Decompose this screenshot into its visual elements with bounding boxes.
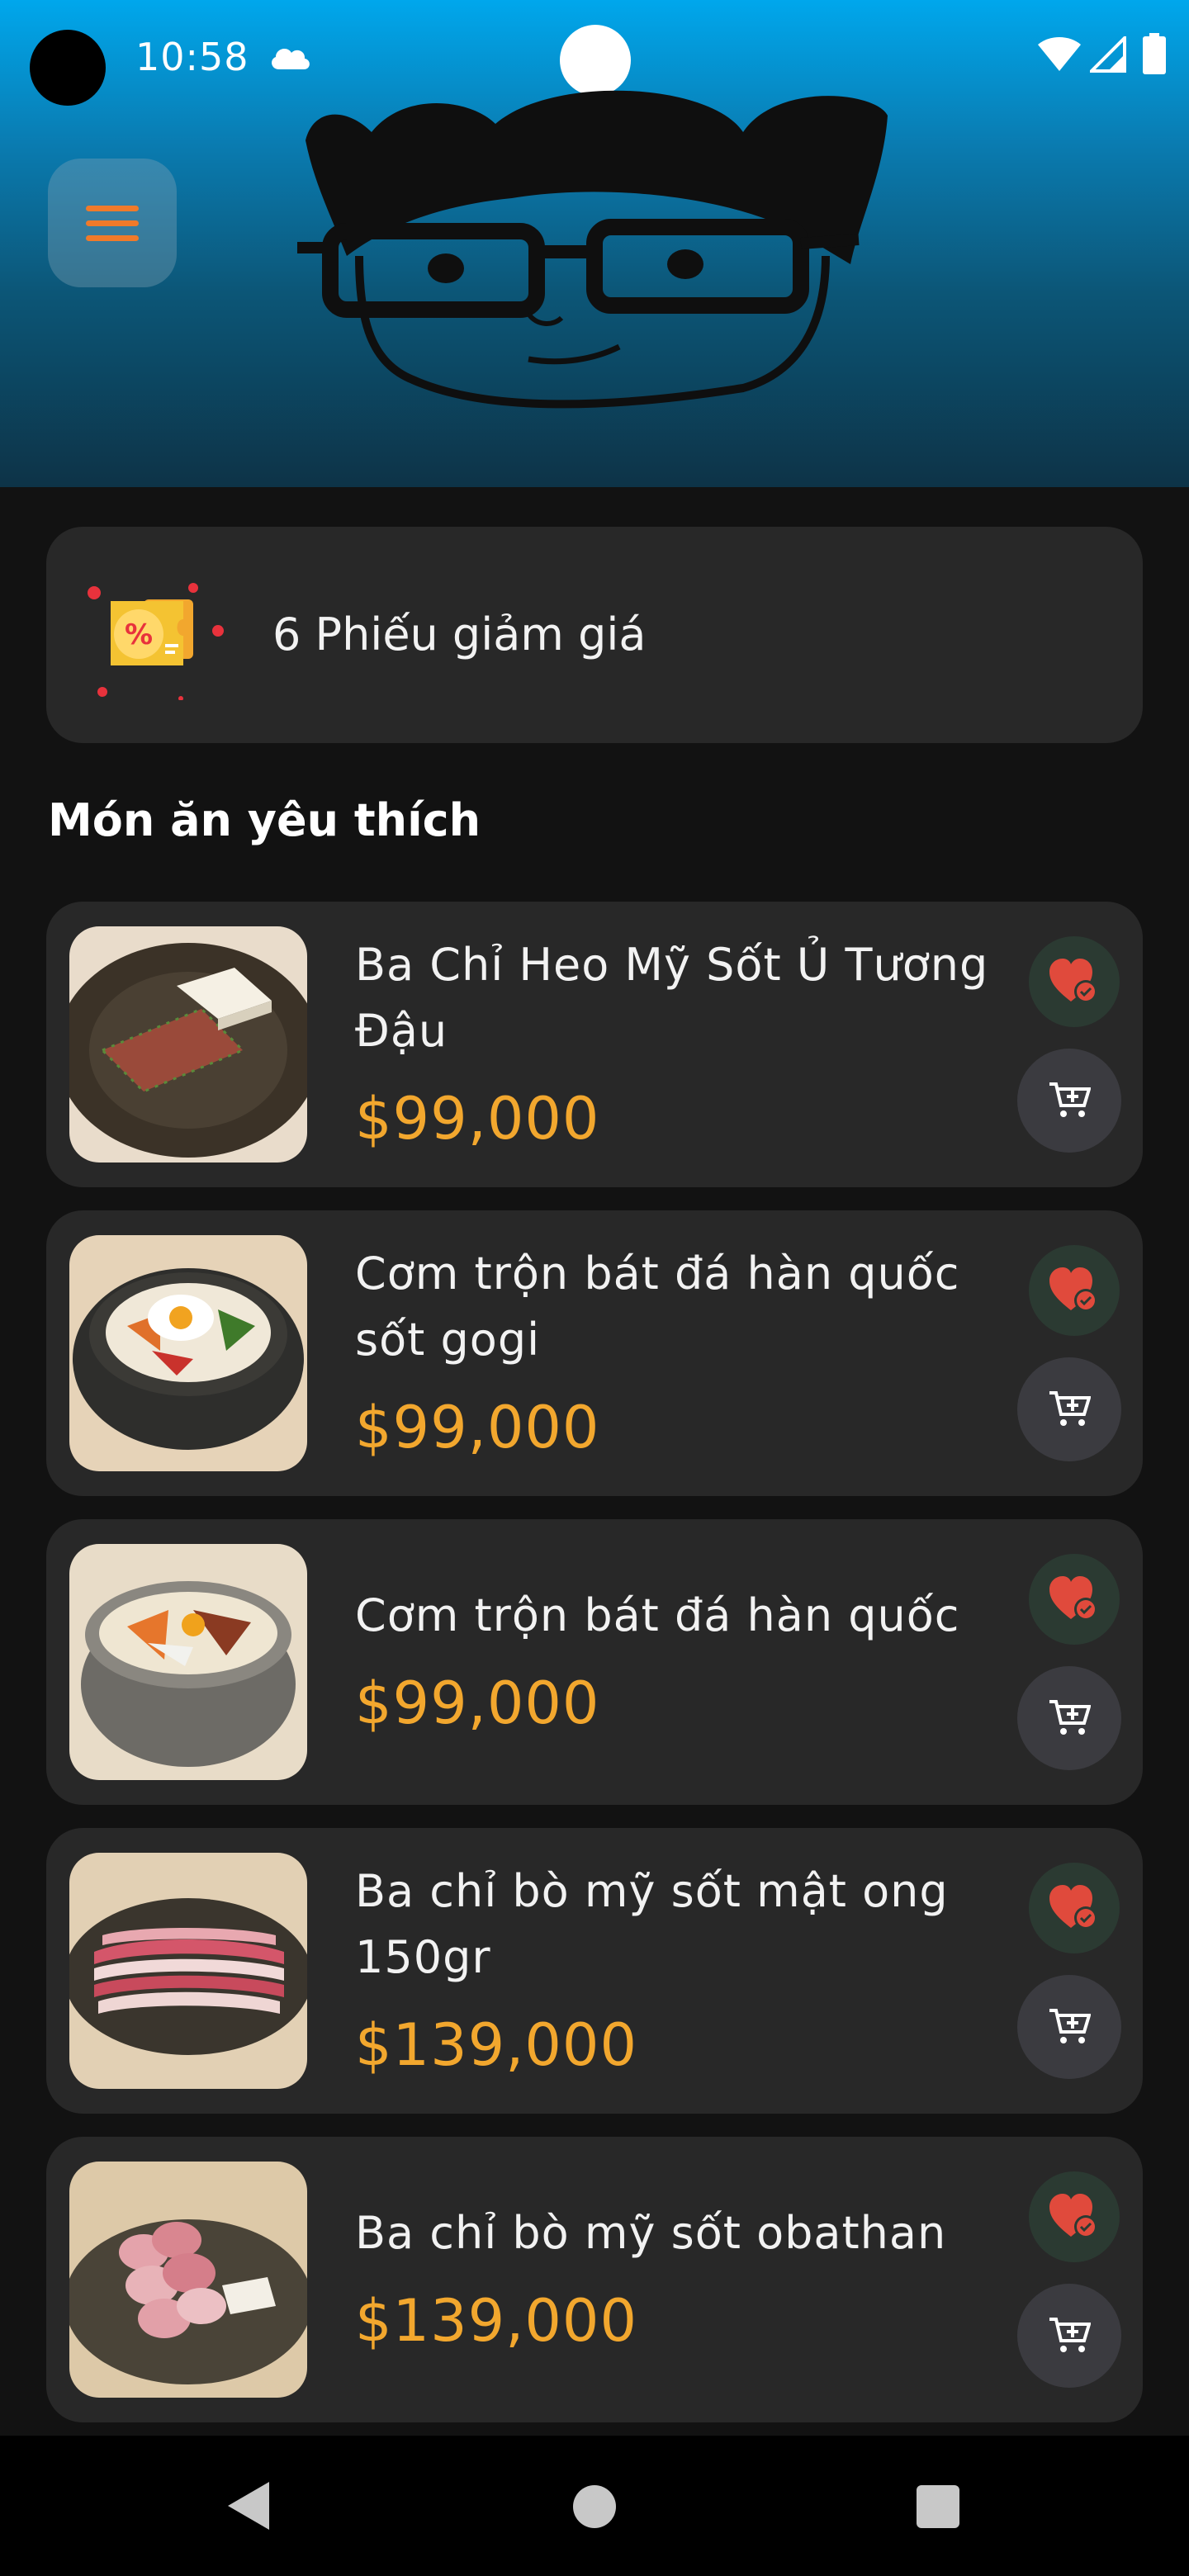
- food-price: $99,000: [355, 1394, 600, 1461]
- hamburger-menu-icon: [86, 197, 139, 250]
- food-item[interactable]: Cơm trộn bát đá hàn quốc $99,000: [46, 1519, 1143, 1805]
- heart-check-icon: [1049, 2194, 1097, 2238]
- food-name: Ba chỉ bò mỹ sốt obathan: [355, 2207, 947, 2259]
- signal-icon: [1090, 36, 1126, 73]
- food-item[interactable]: Ba Chỉ Heo Mỹ Sốt Ủ Tương Đậu $99,000: [46, 902, 1143, 1187]
- add-to-cart-icon: [1049, 1082, 1091, 1117]
- food-info: Cơm trộn bát đá hàn quốc sốt gogi $99,00…: [355, 1210, 1040, 1496]
- camera-cutout: [30, 30, 106, 106]
- favorite-button[interactable]: [1029, 936, 1120, 1027]
- add-to-cart-icon: [1049, 1391, 1091, 1426]
- food-price: $99,000: [355, 1085, 600, 1153]
- cloud-icon: [272, 48, 310, 69]
- food-info: Ba chỉ bò mỹ sốt mật ong 150gr $139,000: [355, 1828, 1040, 2114]
- section-title-favorites: Món ăn yêu thích: [48, 794, 481, 846]
- favorite-button[interactable]: [1029, 1863, 1120, 1953]
- profile-header: 10:58: [0, 0, 1189, 487]
- food-image: [69, 1544, 307, 1780]
- food-image: [69, 1853, 307, 2089]
- food-item[interactable]: Cơm trộn bát đá hàn quốc sốt gogi $99,00…: [46, 1210, 1143, 1496]
- add-to-cart-button[interactable]: [1017, 2284, 1121, 2388]
- add-to-cart-button[interactable]: [1017, 1049, 1121, 1153]
- wifi-icon: [1038, 37, 1081, 71]
- menu-button[interactable]: [48, 159, 177, 287]
- food-item[interactable]: Ba chỉ bò mỹ sốt obathan $139,000: [46, 2137, 1143, 2422]
- food-name: Ba Chỉ Heo Mỹ Sốt Ủ Tương Đậu: [355, 939, 989, 1057]
- favorite-button[interactable]: [1029, 2171, 1120, 2262]
- recent-apps-icon[interactable]: [917, 2485, 959, 2528]
- heart-check-icon: [1049, 1267, 1097, 1312]
- status-time: 10:58: [135, 35, 249, 79]
- add-to-cart-icon: [1049, 2318, 1091, 2352]
- heart-check-icon: [1049, 959, 1097, 1003]
- favorite-food-list: Ba Chỉ Heo Mỹ Sốt Ủ Tương Đậu $99,000 Cơ…: [46, 902, 1143, 2446]
- food-name: Cơm trộn bát đá hàn quốc sốt gogi: [355, 1248, 960, 1366]
- avatar-icon: [297, 90, 888, 409]
- favorite-button[interactable]: [1029, 1554, 1120, 1645]
- food-price: $139,000: [355, 2011, 638, 2079]
- voucher-count-label: 6 Phiếu giảm giá: [272, 608, 647, 661]
- food-image: [69, 1235, 307, 1471]
- food-info: Ba chỉ bò mỹ sốt obathan $139,000: [355, 2137, 1040, 2422]
- food-name: Ba chỉ bò mỹ sốt mật ong 150gr: [355, 1865, 949, 1983]
- heart-check-icon: [1049, 1576, 1097, 1621]
- add-to-cart-button[interactable]: [1017, 1975, 1121, 2079]
- food-price: $139,000: [355, 2287, 638, 2355]
- food-image: [69, 926, 307, 1163]
- svg-text:%: %: [125, 618, 153, 651]
- food-price: $99,000: [355, 1669, 600, 1737]
- food-info: Ba Chỉ Heo Mỹ Sốt Ủ Tương Đậu $99,000: [355, 902, 1040, 1187]
- food-info: Cơm trộn bát đá hàn quốc $99,000: [355, 1519, 1040, 1805]
- home-icon[interactable]: [573, 2485, 616, 2528]
- food-name: Cơm trộn bát đá hàn quốc: [355, 1589, 960, 1641]
- add-to-cart-icon: [1049, 1700, 1091, 1735]
- food-image: [69, 2162, 307, 2398]
- battery-icon: [1143, 33, 1166, 74]
- heart-check-icon: [1049, 1885, 1097, 1930]
- discount-voucher-icon: %: [88, 583, 224, 700]
- back-icon[interactable]: [223, 2479, 272, 2533]
- system-navigation-bar: [0, 2436, 1189, 2576]
- add-to-cart-icon: [1049, 2009, 1091, 2043]
- favorite-button[interactable]: [1029, 1245, 1120, 1336]
- food-item[interactable]: Ba chỉ bò mỹ sốt mật ong 150gr $139,000: [46, 1828, 1143, 2114]
- add-to-cart-button[interactable]: [1017, 1357, 1121, 1461]
- voucher-card[interactable]: % 6 Phiếu giảm giá: [46, 527, 1143, 743]
- add-to-cart-button[interactable]: [1017, 1666, 1121, 1770]
